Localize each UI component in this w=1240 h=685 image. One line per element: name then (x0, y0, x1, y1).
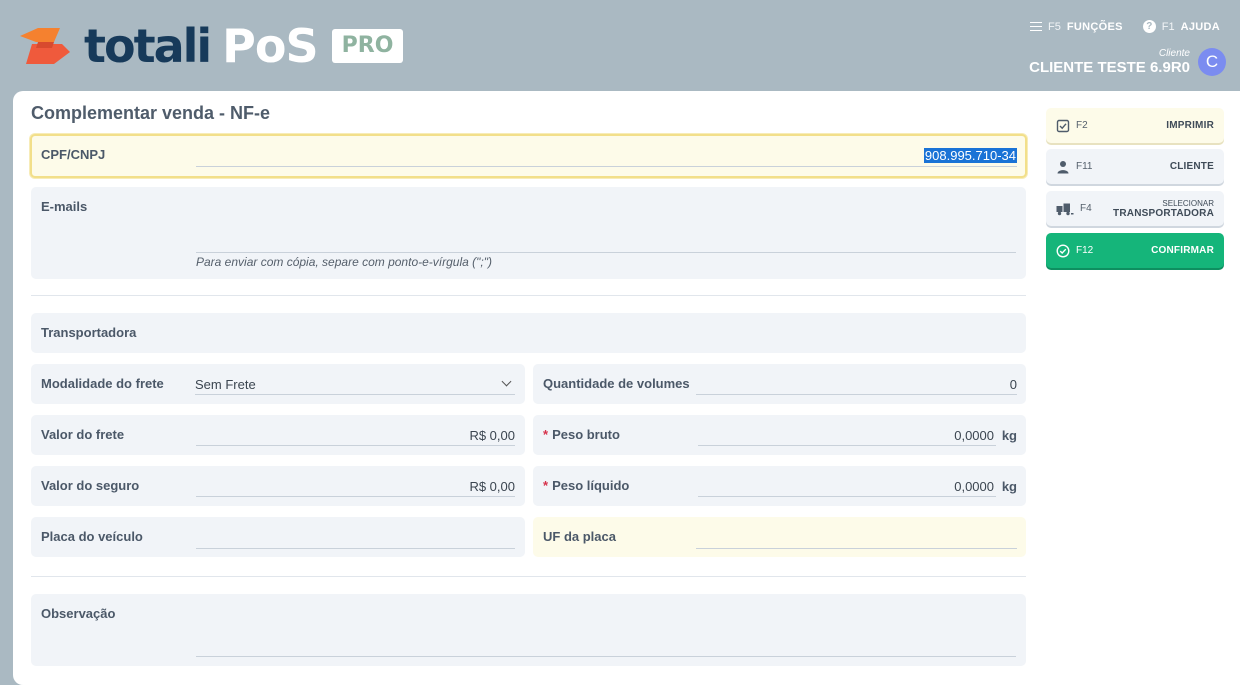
menu-icon (1030, 21, 1043, 32)
plate-uf-underline (696, 548, 1017, 549)
plate-underline (196, 548, 515, 549)
print-key: F2 (1076, 120, 1088, 131)
net-weight-field: * Peso líquido 0,0000 kg (533, 466, 1026, 506)
volumes-input[interactable]: 0 (1010, 377, 1017, 392)
app-header: totali PoS PRO F5 FUNÇÕES ? F1 AJUDA Cli… (0, 0, 1240, 92)
net-weight-unit: kg (1001, 479, 1017, 494)
confirm-button[interactable]: F12 CONFIRMAR (1046, 233, 1224, 268)
net-weight-label: * Peso líquido (543, 478, 629, 493)
carrier-field[interactable]: Transportadora (31, 313, 1026, 353)
functions-label: FUNÇÕES (1066, 20, 1123, 33)
gross-weight-label: * Peso bruto (543, 427, 620, 442)
cpf-label: CPF/CNPJ (41, 147, 106, 162)
plate-uf-label: UF da placa (543, 529, 616, 544)
help-key: F1 (1161, 20, 1175, 33)
net-weight-label-text: Peso líquido (552, 478, 630, 493)
brand-name-part2: PoS (222, 19, 318, 73)
cpf-field: CPF/CNPJ 908.995.710-34 (30, 134, 1027, 178)
plate-label: Placa do veículo (41, 529, 143, 544)
freight-mode-select[interactable]: Sem Frete (195, 377, 256, 392)
gross-weight-underline (698, 445, 996, 446)
top-links: F5 FUNÇÕES ? F1 AJUDA (1030, 20, 1220, 33)
gross-weight-label-text: Peso bruto (552, 427, 620, 442)
carrier-label-small: SELECIONAR (1162, 198, 1214, 208)
client-button[interactable]: F11 CLIENTE (1046, 149, 1224, 184)
freight-value-underline (196, 445, 515, 446)
confirm-key: F12 (1076, 245, 1094, 256)
help-link[interactable]: ? F1 AJUDA (1142, 20, 1220, 33)
freight-mode-label: Modalidade do frete (41, 376, 164, 391)
freight-mode-underline (195, 394, 515, 395)
truck-icon (1056, 203, 1074, 215)
plate-uf-field: UF da placa (533, 517, 1026, 557)
emails-hint: Para enviar com cópia, separe com ponto-… (196, 255, 492, 269)
client-name: CLIENTE TESTE 6.9R0 (1029, 59, 1190, 76)
main-panel: Complementar venda - NF-e CPF/CNPJ 908.9… (13, 91, 1240, 685)
gross-weight-unit: kg (1001, 428, 1017, 443)
carrier-button-label: TRANSPORTADORA (1113, 207, 1214, 219)
functions-link[interactable]: F5 FUNÇÕES (1030, 21, 1123, 33)
emails-label: E-mails (41, 199, 88, 214)
notes-label: Observação (41, 606, 116, 621)
insurance-value-field: Valor do seguro R$ 0,00 (31, 466, 525, 506)
net-weight-input[interactable]: 0,0000 (954, 479, 994, 494)
insurance-value-label: Valor do seguro (41, 478, 140, 493)
gross-weight-field: * Peso bruto 0,0000 kg (533, 415, 1026, 455)
volumes-underline (696, 394, 1017, 395)
brand-logo-icon (20, 28, 70, 64)
freight-value-input[interactable]: R$ 0,00 (469, 428, 515, 443)
client-label: CLIENTE (1169, 161, 1214, 172)
notes-input[interactable] (196, 636, 1016, 652)
insurance-value-input[interactable]: R$ 0,00 (469, 479, 515, 494)
check-circle-icon (1056, 243, 1070, 258)
select-carrier-button[interactable]: F4 SELECIONAR TRANSPORTADORA (1046, 191, 1224, 226)
emails-field: E-mails Para enviar com cópia, separe co… (31, 187, 1026, 279)
freight-value-field: Valor do frete R$ 0,00 (31, 415, 525, 455)
required-marker: * (543, 427, 549, 442)
section-divider (31, 576, 1026, 577)
cpf-underline (196, 166, 1017, 167)
freight-mode-field: Modalidade do frete Sem Frete (31, 364, 525, 404)
section-divider (31, 295, 1026, 296)
cpf-input[interactable]: 908.995.710-34 (923, 148, 1017, 163)
checkbox-icon (1056, 119, 1070, 132)
client-text: Cliente CLIENTE TESTE 6.9R0 (1029, 48, 1190, 76)
print-label: IMPRIMIR (1166, 120, 1214, 131)
brand-logo: totali PoS PRO (16, 19, 404, 73)
emails-input[interactable] (196, 235, 1016, 251)
functions-key: F5 (1048, 20, 1061, 33)
help-icon: ? (1142, 20, 1156, 33)
insurance-value-underline (196, 496, 515, 497)
help-label: AJUDA (1180, 20, 1220, 33)
carrier-label: Transportadora (41, 325, 137, 340)
brand-name-part1: totali (84, 19, 212, 73)
plate-field: Placa do veículo (31, 517, 525, 557)
avatar[interactable]: C (1198, 48, 1226, 76)
client-info[interactable]: Cliente CLIENTE TESTE 6.9R0 C (1029, 48, 1226, 76)
carrier-key: F4 (1080, 203, 1092, 214)
volumes-field: Quantidade de volumes 0 (533, 364, 1026, 404)
freight-value-label: Valor do frete (41, 427, 125, 442)
chevron-down-icon[interactable] (501, 376, 512, 387)
notes-field: Observação (31, 594, 1026, 666)
notes-underline (196, 656, 1016, 657)
emails-underline (196, 252, 1016, 253)
user-icon (1057, 160, 1069, 173)
carrier-label-group: SELECIONAR TRANSPORTADORA (1113, 199, 1214, 219)
volumes-label: Quantidade de volumes (543, 376, 690, 391)
confirm-label: CONFIRMAR (1151, 245, 1214, 256)
net-weight-underline (698, 496, 996, 497)
client-key: F11 (1076, 161, 1093, 172)
brand-badge: PRO (331, 29, 404, 63)
page-title: Complementar venda - NF-e (31, 103, 271, 123)
cpf-value: 908.995.710-34 (923, 148, 1017, 163)
print-button[interactable]: F2 IMPRIMIR (1046, 108, 1224, 143)
required-marker: * (543, 478, 549, 493)
gross-weight-input[interactable]: 0,0000 (954, 428, 994, 443)
